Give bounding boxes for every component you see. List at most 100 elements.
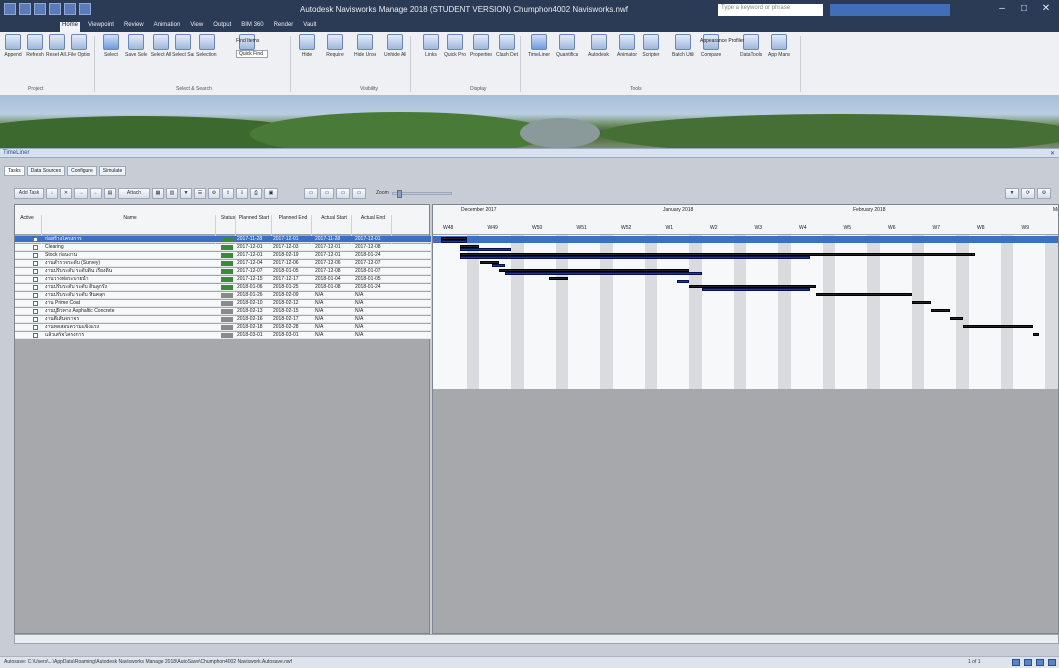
horizontal-scrollbar[interactable] — [14, 634, 1059, 644]
task-row[interactable]: งานปรับระดับ ระดับ หินคลุก 2018-01-26 2018… — [15, 292, 431, 299]
planned-bar[interactable] — [1032, 333, 1039, 336]
gantt-view-hide-icon[interactable]: ▭ — [352, 188, 366, 199]
import-icon[interactable]: ⇩ — [236, 188, 248, 199]
planned-bar[interactable] — [911, 301, 931, 304]
ribbon-button-select[interactable]: Select — [100, 34, 122, 58]
zoom-slider[interactable] — [392, 190, 452, 198]
task-row[interactable]: งานสำรวจระดับ (Survey) 2017-12-04 2017-12-… — [15, 260, 431, 267]
column-header-active[interactable]: Active — [19, 215, 35, 221]
ribbon-button-file-options[interactable]: File Options — [68, 34, 90, 58]
task-row[interactable]: งานปรับระดับ ระดับ ดินลูกรัง 2018-01-06 20… — [15, 284, 431, 291]
ribbon-button-require[interactable]: Require — [324, 34, 346, 58]
ribbon-button-hide[interactable]: Hide — [296, 34, 318, 58]
active-checkbox[interactable] — [33, 325, 38, 330]
ribbon-button-select-same[interactable]: Select Same — [172, 34, 194, 58]
delete-task-icon[interactable]: ✕ — [60, 188, 72, 199]
timeliner-tab-simulate[interactable]: Simulate — [98, 166, 127, 176]
maximize-icon[interactable]: □ — [1014, 3, 1034, 14]
timeliner-tab-data-sources[interactable]: Data Sources — [26, 166, 66, 176]
planned-bar[interactable] — [962, 325, 1033, 328]
gantt-view-actual-icon[interactable]: ▭ — [304, 188, 318, 199]
tab-bim-360[interactable]: BIM 360 — [239, 22, 265, 32]
ribbon-button-clash-detective[interactable]: Clash Detective — [496, 34, 518, 58]
tab-home[interactable]: Home — [60, 22, 81, 32]
zoom-slider-thumb[interactable] — [397, 190, 402, 198]
outline-icon[interactable]: ▤ — [104, 188, 116, 199]
tab-animation[interactable]: Animation — [152, 22, 183, 32]
memory-icon[interactable] — [1024, 659, 1032, 666]
gantt-view-planned-icon[interactable]: ▭ — [320, 188, 334, 199]
find-items-button[interactable]: Find Items — [236, 38, 259, 44]
user-account-area[interactable] — [830, 4, 950, 16]
ribbon-button-links[interactable]: Links — [420, 34, 442, 58]
active-checkbox[interactable] — [33, 277, 38, 282]
columns-icon[interactable]: ☰ — [194, 188, 206, 199]
configure-icon[interactable]: ⚙ — [208, 188, 220, 199]
column-header-name[interactable]: Name — [45, 215, 215, 221]
timeliner-tab-tasks[interactable]: Tasks — [4, 166, 25, 176]
column-header-planned-end[interactable]: Planned End — [273, 215, 313, 221]
active-checkbox[interactable] — [33, 293, 38, 298]
panel-close-icon[interactable]: ✕ — [1050, 150, 1055, 157]
save-icon[interactable] — [49, 3, 61, 15]
app-menu-icon[interactable] — [4, 3, 16, 15]
active-checkbox[interactable] — [33, 253, 38, 258]
filter-tasks-icon[interactable]: ▼ — [1005, 188, 1019, 199]
tab-vault[interactable]: Vault — [301, 22, 318, 32]
task-row[interactable]: งานปรับระดับ ระดับดิน เรียงดิน 2017-12-07… — [15, 268, 431, 275]
ribbon-button-scripter[interactable]: Scripter — [640, 34, 662, 58]
actual-bar[interactable] — [441, 240, 467, 243]
task-row[interactable]: งานวางท่อระบายน้ำ 2017-12-15 2017-12-17 201… — [15, 276, 431, 283]
active-checkbox[interactable] — [33, 309, 38, 314]
planned-bar[interactable] — [949, 317, 963, 320]
column-header-actual-start[interactable]: Actual Start — [315, 215, 353, 221]
actual-bar[interactable] — [460, 256, 811, 259]
ribbon-button-batch-utility[interactable]: Batch Utility — [672, 34, 694, 58]
filter-icon[interactable]: ▼ — [180, 188, 192, 199]
ribbon-button-append[interactable]: Append — [2, 34, 24, 58]
new-icon[interactable] — [19, 3, 31, 15]
outdent-icon[interactable]: ← — [90, 188, 102, 199]
web-server-icon[interactable] — [1048, 659, 1056, 666]
tab-render[interactable]: Render — [272, 22, 296, 32]
column-header-planned-start[interactable]: Planned Start — [237, 215, 271, 221]
column-header-actual-end[interactable]: Actual End — [355, 215, 391, 221]
insert-task-icon[interactable]: ↓ — [46, 188, 58, 199]
sync-icon[interactable]: ⟳ — [1021, 188, 1035, 199]
tab-viewpoint[interactable]: Viewpoint — [86, 22, 116, 32]
minimize-icon[interactable]: – — [992, 3, 1012, 14]
export-image-icon[interactable]: ▣ — [264, 188, 278, 199]
ribbon-button-reset-all[interactable]: Reset All... — [46, 34, 68, 58]
ribbon-button-selection-tree[interactable]: Selection Tree — [196, 34, 218, 58]
tab-output[interactable]: Output — [211, 22, 233, 32]
quick-find-input[interactable]: Quick Find — [236, 50, 268, 58]
actual-bar[interactable] — [460, 248, 512, 251]
attach-button[interactable]: Attach — [118, 188, 150, 199]
ribbon-button-timeliner[interactable]: TimeLiner — [528, 34, 550, 58]
planned-bar[interactable] — [549, 277, 569, 280]
undo-icon[interactable] — [64, 3, 76, 15]
auto-attach-icon[interactable]: ▦ — [152, 188, 164, 199]
planned-bar[interactable] — [816, 293, 912, 296]
active-checkbox[interactable] — [33, 237, 38, 242]
export-icon[interactable]: ⇪ — [222, 188, 234, 199]
actual-bar[interactable] — [676, 280, 690, 283]
task-row[interactable]: งานทดสอบความแข็งแรง 2018-02-18 2018-02-28 N… — [15, 324, 431, 331]
gantt-body[interactable] — [433, 235, 1058, 389]
performance-icon[interactable] — [1012, 659, 1020, 666]
ribbon-button-save-selection[interactable]: Save Selection — [125, 34, 147, 58]
indent-icon[interactable]: → — [74, 188, 88, 199]
active-checkbox[interactable] — [33, 285, 38, 290]
actual-bar[interactable] — [702, 288, 811, 291]
task-row[interactable]: Clearing 2017-12-01 2017-12-03 2017-12-01 20… — [15, 244, 431, 251]
tab-view[interactable]: View — [188, 22, 205, 32]
redo-icon[interactable] — [79, 3, 91, 15]
ribbon-button-app-manager[interactable]: App Manager — [768, 34, 790, 58]
settings-icon[interactable]: ⚙ — [1037, 188, 1051, 199]
task-row[interactable]: งานตีเส้นจราจร 2018-02-16 2018-02-17 N/A N/A — [15, 316, 431, 323]
task-row[interactable]: Stock ก่อนงาน 2017-12-01 2018-02-19 2017-12… — [15, 252, 431, 259]
task-row[interactable]: งาน Prime Coat 2018-02-10 2018-02-12 N/A N/A — [15, 300, 431, 307]
ribbon-button-quick-properties[interactable]: Quick Properties — [444, 34, 466, 58]
ribbon-button-quantification[interactable]: Quantification — [556, 34, 578, 58]
active-checkbox[interactable] — [33, 301, 38, 306]
